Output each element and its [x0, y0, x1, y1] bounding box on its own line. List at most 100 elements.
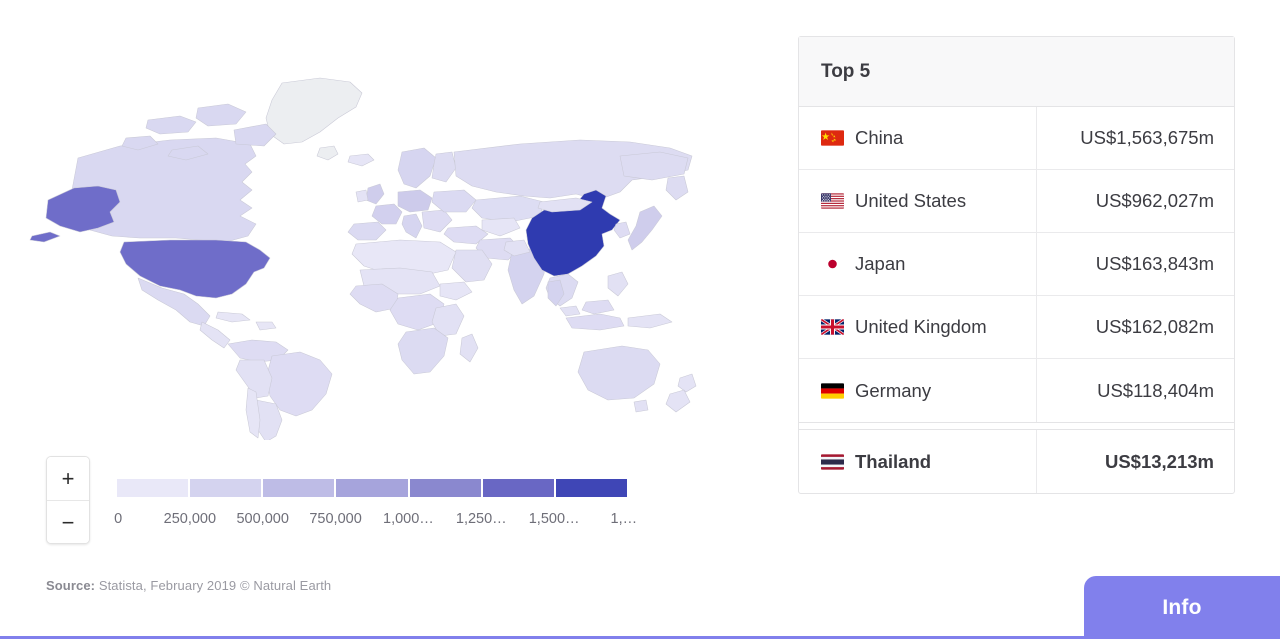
- highlight-row-wrap: Thailand US$13,213m: [799, 430, 1234, 493]
- jp-flag: [821, 256, 844, 272]
- country-name: United States: [855, 190, 967, 211]
- legend-swatch-2: [263, 479, 335, 497]
- legend-tick-3: 750,000: [309, 511, 362, 527]
- legend-color-scale: [117, 479, 627, 497]
- country-value: US$118,404m: [1097, 379, 1214, 401]
- country-cuba: [215, 311, 251, 323]
- country-name-cell: Thailand: [799, 430, 1037, 493]
- country-australia: [577, 345, 661, 401]
- country-central-asia-2: [481, 217, 521, 237]
- country-value: US$163,843m: [1095, 253, 1214, 274]
- country-value: US$13,213m: [1104, 450, 1214, 472]
- source-line: Source: Statista, February 2019 © Natura…: [46, 578, 331, 593]
- map-panel[interactable]: + − 0 250,000 500,000 750,000 1,000… 1,250… 1,…: [0, 0, 780, 593]
- highlight-row[interactable]: Thailand US$13,213m: [799, 430, 1234, 493]
- table-row[interactable]: China US$1,563,675m: [799, 107, 1234, 170]
- de-flag: [821, 382, 844, 399]
- country-value-cell: US$162,082m: [1037, 296, 1234, 358]
- country-france: [371, 203, 403, 225]
- country-name-cell: United Kingdom: [799, 296, 1037, 358]
- country-germany-poland: [397, 189, 433, 213]
- info-button[interactable]: Info: [1084, 576, 1280, 639]
- country-value-cell: US$163,843m: [1037, 233, 1234, 295]
- country-indonesia: [565, 313, 625, 331]
- country-malaysia: [559, 305, 581, 317]
- country-greenland: [265, 77, 363, 145]
- map-legend: 0 250,000 500,000 750,000 1,000… 1,250… 1,500……: [114, 479, 637, 533]
- country-name: Germany: [855, 379, 932, 401]
- country-value-cell: US$1,563,675m: [1037, 107, 1234, 169]
- country-value-cell: US$13,213m: [1037, 430, 1234, 493]
- legend-swatch-0: [117, 479, 189, 497]
- country-japan: [627, 205, 663, 251]
- map-zoom-control[interactable]: + −: [46, 456, 90, 544]
- country-hispaniola: [255, 321, 277, 331]
- highlight-separator: [799, 422, 1234, 430]
- country-scandinavia: [397, 147, 437, 189]
- th-flag: [821, 453, 844, 470]
- cn-flag: [821, 130, 844, 146]
- table-row[interactable]: Japan US$163,843m: [799, 233, 1234, 296]
- country-canada-arctic-b: [195, 103, 247, 127]
- gb-flag: [821, 319, 844, 335]
- country-kamchatka: [665, 175, 689, 201]
- country-value: US$962,027m: [1095, 190, 1214, 211]
- country-tasmania: [633, 399, 649, 413]
- country-name: United Kingdom: [855, 316, 987, 337]
- country-greenland-b: [316, 145, 339, 161]
- country-name-cell: Germany: [799, 359, 1037, 422]
- legend-tick-6: 1,500…: [528, 511, 580, 527]
- table-row[interactable]: United Kingdom US$162,082m: [799, 296, 1234, 359]
- country-new-zealand-s: [665, 389, 691, 413]
- country-spain-portugal: [347, 221, 387, 241]
- zoom-in-button[interactable]: +: [47, 457, 89, 501]
- country-name-cell: United States: [799, 170, 1037, 232]
- country-italy: [401, 213, 423, 239]
- us-flag: [821, 193, 844, 209]
- map-dashboard: + − 0 250,000 500,000 750,000 1,000… 1,250… 1,…: [0, 0, 1280, 639]
- country-russia-far-east: [619, 151, 689, 181]
- country-name-cell: Japan: [799, 233, 1037, 295]
- world-map[interactable]: [20, 60, 720, 440]
- country-madagascar: [459, 333, 479, 363]
- legend-swatch-1: [190, 479, 262, 497]
- country-new-guinea: [627, 313, 673, 329]
- country-philippines: [607, 271, 629, 297]
- country-iceland: [347, 153, 375, 167]
- info-button-label: Info: [1162, 595, 1202, 619]
- legend-tick-labels: 0 250,000 500,000 750,000 1,000… 1,250… 1,500……: [114, 511, 637, 533]
- country-finland: [431, 151, 457, 183]
- legend-swatch-6: [555, 479, 627, 497]
- zoom-out-button[interactable]: −: [47, 501, 89, 543]
- top5-header: Top 5: [799, 37, 1234, 107]
- source-text: Statista, February 2019 © Natural Earth: [95, 578, 332, 593]
- country-ireland: [355, 189, 369, 203]
- page-title: Top 5: [821, 60, 871, 82]
- country-central-america: [199, 321, 231, 349]
- legend-tick-0: 0: [114, 511, 123, 527]
- country-name: China: [855, 127, 904, 148]
- country-borneo: [581, 299, 615, 315]
- legend-tick-2: 500,000: [236, 511, 289, 527]
- legend-tick-4: 1,000…: [383, 511, 434, 527]
- table-row[interactable]: Germany US$118,404m: [799, 359, 1234, 422]
- country-aleutians: [29, 231, 61, 243]
- legend-swatch-4: [409, 479, 481, 497]
- country-name: Japan: [855, 253, 906, 274]
- country-new-zealand-n: [677, 373, 697, 393]
- legend-tick-7: 1,…: [610, 511, 638, 527]
- country-southern-africa: [397, 327, 449, 375]
- table-row[interactable]: United States US$962,027m: [799, 170, 1234, 233]
- legend-tick-1: 250,000: [163, 511, 217, 527]
- country-name: Thailand: [855, 450, 932, 472]
- country-value-cell: US$118,404m: [1037, 359, 1234, 422]
- country-korea: [613, 221, 631, 239]
- country-uk: [365, 183, 385, 205]
- country-name-cell: China: [799, 107, 1037, 169]
- country-value: US$162,082m: [1095, 316, 1214, 337]
- legend-swatch-5: [482, 479, 554, 497]
- source-label: Source:: [46, 578, 96, 593]
- country-value-cell: US$962,027m: [1037, 170, 1234, 232]
- country-value: US$1,563,675m: [1080, 127, 1214, 148]
- top5-row-list: China US$1,563,675m United States US$962,02…: [799, 107, 1234, 422]
